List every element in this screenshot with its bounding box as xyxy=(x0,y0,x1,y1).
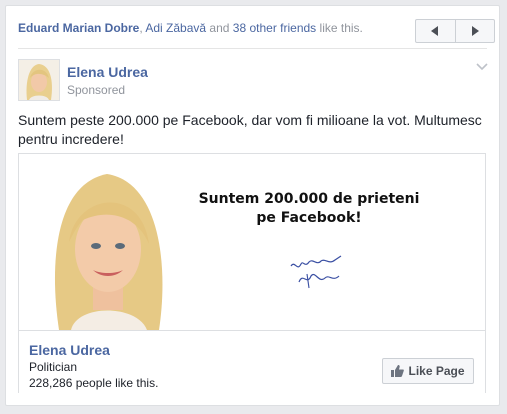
like-this-text: like this. xyxy=(319,21,363,35)
post-message: Suntem peste 200.000 pe Facebook, dar vo… xyxy=(18,112,482,147)
ad-footer: Elena Udrea Politician 228,286 people li… xyxy=(19,330,485,393)
other-friends-link[interactable]: 38 other friends xyxy=(233,21,316,35)
chevron-down-icon[interactable] xyxy=(476,63,488,71)
thumbs-up-icon xyxy=(391,365,405,377)
friend-link-1[interactable]: Eduard Marian Dobre xyxy=(18,21,139,35)
handwritten-signature xyxy=(290,255,342,289)
ad-attachment[interactable]: Suntem 200.000 de prieteni pe Facebook! … xyxy=(18,153,486,393)
page-avatar[interactable] xyxy=(18,59,60,101)
and-text: and xyxy=(209,21,230,35)
chevron-right-icon xyxy=(471,26,479,36)
ad-page-name-link[interactable]: Elena Udrea xyxy=(29,342,110,358)
previous-button[interactable] xyxy=(416,20,455,42)
separator-text: , xyxy=(139,21,143,35)
story-pager xyxy=(415,19,495,43)
ad-category: Politician xyxy=(29,360,78,374)
page-name-link[interactable]: Elena Udrea xyxy=(67,64,148,80)
sponsored-label[interactable]: Sponsored xyxy=(67,83,125,97)
header-divider xyxy=(18,48,487,49)
social-context: Eduard Marian Dobre, Adi Zăbavă and 38 o… xyxy=(18,21,363,35)
ad-image[interactable]: Suntem 200.000 de prieteni pe Facebook! xyxy=(19,154,485,330)
ad-headline: Suntem 200.000 de prieteni pe Facebook! xyxy=(198,191,420,226)
like-page-button[interactable]: Like Page xyxy=(382,358,474,384)
next-button[interactable] xyxy=(454,20,495,42)
sponsored-post-card: Eduard Marian Dobre, Adi Zăbavă and 38 o… xyxy=(5,5,500,406)
friend-link-2[interactable]: Adi Zăbavă xyxy=(145,21,206,35)
chevron-left-icon xyxy=(431,26,439,36)
like-page-label: Like Page xyxy=(408,364,465,378)
ad-like-count: 228,286 people like this. xyxy=(29,376,159,390)
portrait-photo xyxy=(19,154,199,330)
profile-photo xyxy=(19,60,59,100)
